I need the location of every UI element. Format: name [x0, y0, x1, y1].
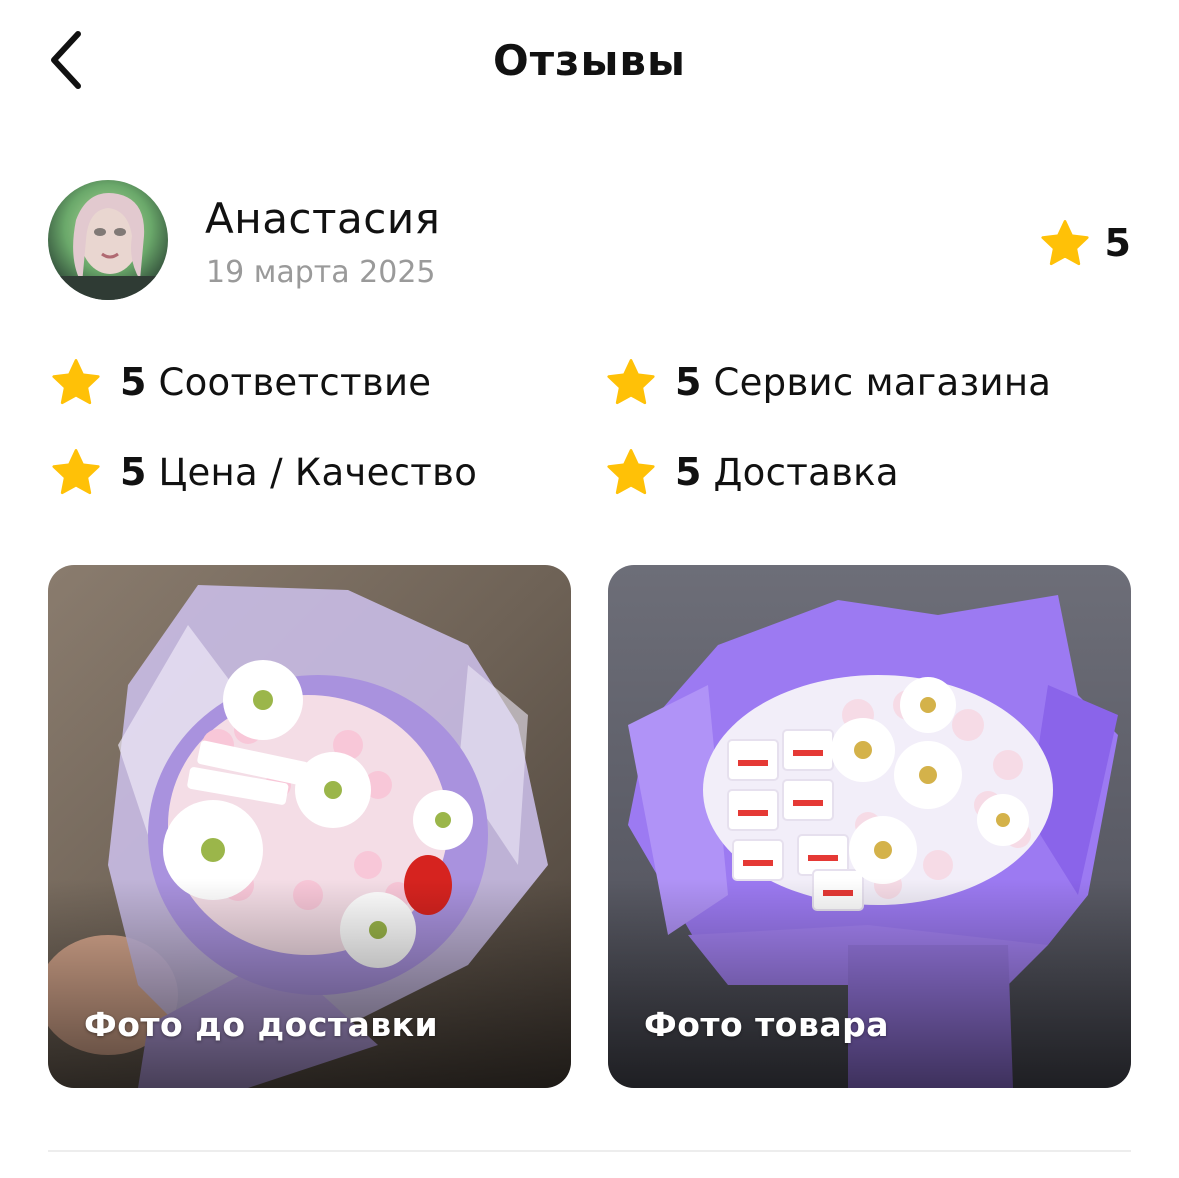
criterion-price-quality: 5 Цена / Качество: [50, 442, 477, 502]
photo-before-delivery[interactable]: Фото до доставки: [48, 565, 571, 1088]
avatar[interactable]: [48, 180, 168, 300]
photo-product[interactable]: Фото товара: [608, 565, 1131, 1088]
criterion-label: Сервис магазина: [713, 360, 1052, 404]
photo-caption: Фото товара: [644, 1005, 890, 1044]
criterion-score: 5: [675, 450, 702, 494]
star-icon: [52, 449, 100, 495]
overall-rating-value: 5: [1104, 221, 1131, 265]
criterion-delivery: 5 Доставка: [605, 442, 899, 502]
criterion-match: 5 Соответствие: [50, 352, 431, 412]
criteria-ratings: 5 Соответствие 5 Сервис магазина 5 Цена …: [50, 352, 1130, 512]
page-title: Отзывы: [493, 36, 686, 85]
criterion-score: 5: [675, 360, 702, 404]
criterion-score: 5: [120, 360, 147, 404]
review-date: 19 марта 2025: [206, 255, 436, 290]
star-icon: [607, 449, 655, 495]
criterion-label: Цена / Качество: [158, 450, 478, 494]
reviewer-name: Анастасия: [205, 194, 441, 243]
star-icon: [1040, 220, 1089, 266]
star-icon: [607, 359, 655, 405]
photo-caption: Фото до доставки: [84, 1005, 439, 1044]
overall-rating: 5: [1039, 218, 1131, 268]
criterion-score: 5: [120, 450, 147, 494]
criterion-shop-service: 5 Сервис магазина: [605, 352, 1051, 412]
star-icon: [52, 359, 100, 405]
review-header: Анастасия 19 марта 2025 5: [48, 180, 1131, 302]
divider: [48, 1150, 1131, 1152]
criterion-label: Соответствие: [158, 360, 432, 404]
criterion-label: Доставка: [713, 450, 899, 494]
top-bar: Отзывы: [0, 0, 1179, 125]
